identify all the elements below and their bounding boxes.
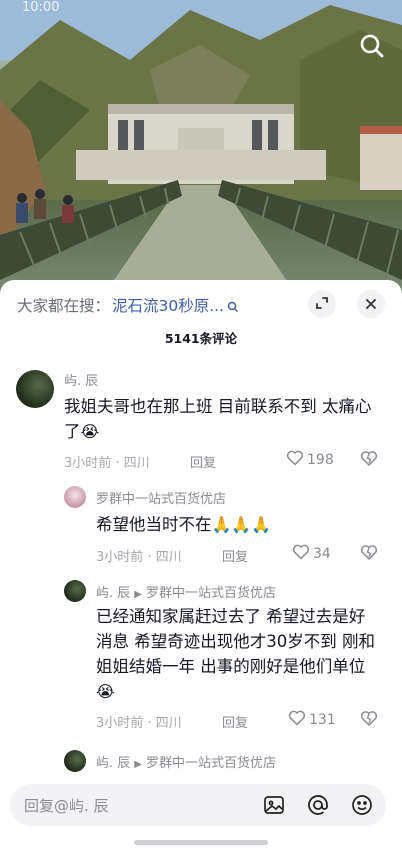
reply-text[interactable]: 已经通知家属赶过去了 希望过去是好消息 希望奇迹出现他才30岁不到 刚和姐姐结婚… xyxy=(96,604,378,704)
reply-text[interactable]: 希望他当时不在🙏🙏🙏 xyxy=(96,512,382,537)
trending-search-query[interactable]: 泥石流30秒原... xyxy=(112,294,224,316)
emoji-icon[interactable] xyxy=(350,793,374,817)
at-icon[interactable] xyxy=(306,793,330,817)
close-icon xyxy=(365,295,377,314)
trending-search-prefix: 大家都在搜： xyxy=(17,297,111,315)
dislike-icon[interactable] xyxy=(360,710,378,728)
expand-icon xyxy=(315,295,329,314)
reply-author-name: 屿. 辰 xyxy=(96,756,131,771)
reply-button[interactable]: 回复 xyxy=(222,546,248,565)
crying-emoji: 😭 xyxy=(96,682,115,701)
reply-input-placeholder: 回复@屿. 辰 xyxy=(24,797,109,815)
reply-arrow-icon: ▶ xyxy=(134,759,142,770)
reply-item: 屿. 辰 ▶ 罗群中一站式百货优店 已经通知家属赶过去了 希望过去是好消息 希望奇迹… xyxy=(0,578,402,736)
like-count: 34 xyxy=(313,546,331,562)
small-search-icon xyxy=(227,299,239,313)
comment-count: 5141条评论 xyxy=(164,331,238,346)
comments-sheet: 大家都在搜： 泥石流30秒原... 5141条评论 屿. 辰 我姐夫哥也在那上班… xyxy=(0,280,402,848)
comment-text[interactable]: 我姐夫哥也在那上班 目前联系不到 太痛心了😭 xyxy=(64,394,382,444)
bridge-scene-illustration xyxy=(0,0,402,300)
comment-author[interactable]: 屿. 辰 xyxy=(64,370,98,389)
comment-item: 屿. 辰 我姐夫哥也在那上班 目前联系不到 太痛心了😭 3小时前 · 四川 回复… xyxy=(0,368,402,478)
avatar[interactable] xyxy=(64,486,86,508)
avatar[interactable] xyxy=(64,750,86,772)
crying-emoji: 😭 xyxy=(80,422,100,441)
reply-to-name: 罗群中一站式百货优店 xyxy=(145,756,276,771)
reply-author[interactable]: 罗群中一站式百货优店 xyxy=(96,488,226,507)
comment-time-location: 3小时前 · 四川 xyxy=(64,456,150,471)
reply-text-body: 希望他当时不在 xyxy=(96,515,212,534)
reply-text-body: 已经通知家属赶过去了 希望过去是好消息 希望奇迹出现他才30岁不到 刚和姐姐结婚… xyxy=(96,607,375,676)
reply-time-location: 3小时前 · 四川 xyxy=(96,716,182,731)
reply-author[interactable]: 屿. 辰 ▶ 罗群中一站式百货优店 xyxy=(96,752,276,771)
close-button[interactable] xyxy=(357,290,385,318)
reply-arrow-icon: ▶ xyxy=(134,589,142,600)
image-icon[interactable] xyxy=(262,793,286,817)
reply-item: 罗群中一站式百货优店 希望他当时不在🙏🙏🙏 3小时前 · 四川 回复 34 xyxy=(0,484,402,572)
heart-icon xyxy=(292,544,313,564)
trending-search[interactable]: 大家都在搜： 泥石流30秒原... xyxy=(17,294,239,316)
like-count: 198 xyxy=(307,452,334,468)
like-button[interactable]: 34 xyxy=(292,544,331,564)
avatar[interactable] xyxy=(64,580,86,602)
home-indicator xyxy=(134,840,268,845)
video-background[interactable]: 10:00 xyxy=(0,0,402,300)
pray-emoji: 🙏🙏🙏 xyxy=(211,515,272,534)
reply-button[interactable]: 回复 xyxy=(222,712,248,731)
reply-button[interactable]: 回复 xyxy=(190,452,216,471)
expand-button[interactable] xyxy=(308,290,336,318)
heart-icon xyxy=(286,450,307,470)
avatar[interactable] xyxy=(16,370,54,408)
status-bar-time: 10:00 xyxy=(22,0,60,15)
search-icon[interactable] xyxy=(358,32,386,60)
reply-author-name: 屿. 辰 xyxy=(96,586,131,601)
like-button[interactable]: 131 xyxy=(288,710,336,730)
comment-text-body: 我姐夫哥也在那上班 目前联系不到 太痛心了 xyxy=(64,397,372,441)
reply-to-name: 罗群中一站式百货优店 xyxy=(145,586,276,601)
dislike-icon[interactable] xyxy=(360,450,378,468)
reply-item: 屿. 辰 ▶ 罗群中一站式百货优店 xyxy=(0,748,402,778)
reply-author[interactable]: 屿. 辰 ▶ 罗群中一站式百货优店 xyxy=(96,582,276,601)
reply-input[interactable]: 回复@屿. 辰 xyxy=(10,784,386,826)
like-button[interactable]: 198 xyxy=(286,450,334,470)
heart-icon xyxy=(288,710,309,730)
like-count: 131 xyxy=(309,712,336,728)
dislike-icon[interactable] xyxy=(360,544,378,562)
reply-time-location: 3小时前 · 四川 xyxy=(96,550,182,565)
